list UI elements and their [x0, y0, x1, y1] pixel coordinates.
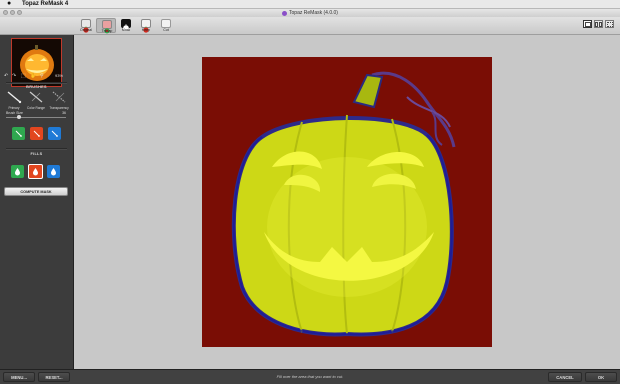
- status-message: Fill over the area that you want to cut.: [276, 374, 344, 379]
- apple-menu-icon[interactable]: ●: [7, 0, 11, 8]
- topaz-logo-icon: [282, 10, 288, 16]
- cut-fill-icon: [33, 168, 38, 176]
- quad-view-button[interactable]: [605, 20, 614, 28]
- compute-mask-button[interactable]: COMPUTE MASK: [4, 187, 68, 196]
- primary-brush-button[interactable]: Primary: [3, 90, 25, 110]
- close-window-button[interactable]: [3, 10, 8, 15]
- keep-fill-icon: [15, 168, 20, 176]
- menu-bar: ● Topaz ReMask 4: [0, 0, 620, 9]
- transparency-brush-button[interactable]: Transparency: [48, 90, 70, 110]
- cut-fill-button[interactable]: [28, 164, 43, 179]
- bottom-bar: MENU... RESET... Fill over the area that…: [0, 369, 620, 384]
- color-range-brush-button[interactable]: Color Range: [25, 90, 47, 110]
- reset-button[interactable]: RESET...: [38, 372, 70, 382]
- masked-pumpkin-image[interactable]: [202, 57, 492, 347]
- mask-icon: [121, 19, 131, 31]
- transparency-brush-label: Transparency: [49, 106, 69, 110]
- view-toolbar: Original Trimap Mask Keep Cut: [0, 17, 620, 35]
- fills-heading: FILLS: [30, 152, 43, 156]
- brush-size-row: Brush Size 36: [6, 111, 66, 115]
- app-name-menu[interactable]: Topaz ReMask 4: [22, 0, 68, 8]
- zoom-window-button[interactable]: [17, 10, 22, 15]
- window-titlebar: Topaz ReMask (4.0.0): [0, 9, 620, 17]
- selection-icon[interactable]: ⬚: [21, 73, 26, 79]
- tab-cut[interactable]: Cut: [156, 18, 176, 33]
- divider: [6, 148, 67, 150]
- tab-keep[interactable]: Keep: [136, 18, 156, 33]
- cancel-button[interactable]: CANCEL: [548, 372, 582, 382]
- color-range-brush-label: Color Range: [27, 106, 45, 110]
- minimize-window-button[interactable]: [10, 10, 15, 15]
- ok-button[interactable]: OK: [585, 372, 617, 382]
- pumpkin-trimap-image: [202, 57, 492, 347]
- primary-brush-icon: [7, 91, 22, 104]
- cut-brush-icon: [33, 130, 40, 137]
- compute-fill-icon: [51, 168, 56, 176]
- compute-brush-icon: [51, 130, 58, 137]
- brush-size-label: Brush Size: [6, 111, 23, 115]
- image-canvas[interactable]: [74, 35, 620, 369]
- transparency-brush-icon: [52, 91, 66, 103]
- sidebar-panel: ↶ ↷ ⬚ ✋ ⚲ 93% BRUSHES Primary Color Rang…: [0, 35, 74, 369]
- tab-mask-label: Mask: [121, 28, 131, 32]
- compute-fill-button[interactable]: [47, 165, 60, 178]
- cut-icon: [161, 19, 171, 28]
- color-range-brush-icon: [29, 91, 43, 103]
- keep-fill-button[interactable]: [11, 165, 24, 178]
- tab-trimap[interactable]: Trimap: [96, 18, 116, 34]
- split-view-button[interactable]: [594, 20, 603, 28]
- window-title: Topaz ReMask (4.0.0): [289, 10, 338, 16]
- compute-brush-button[interactable]: [48, 127, 61, 140]
- redo-icon[interactable]: ↷: [12, 73, 16, 79]
- zoom-level[interactable]: 93%: [55, 73, 63, 78]
- window-controls: [3, 10, 22, 15]
- zoom-icon[interactable]: ⚲: [40, 73, 44, 79]
- hand-icon[interactable]: ✋: [30, 73, 36, 79]
- single-view-button[interactable]: [583, 20, 592, 28]
- trimap-icon: [102, 20, 112, 34]
- tab-original-label: Original: [79, 28, 93, 32]
- undo-icon[interactable]: ↶: [4, 73, 8, 79]
- cut-brush-button[interactable]: [30, 127, 43, 140]
- tab-trimap-label: Trimap: [101, 29, 113, 33]
- brush-size-slider-handle[interactable]: [17, 115, 22, 119]
- view-layout-buttons: [583, 20, 614, 28]
- primary-brush-label: Primary: [8, 106, 20, 110]
- tab-keep-label: Keep: [141, 28, 151, 32]
- keep-brush-button[interactable]: [12, 127, 25, 140]
- tab-mask[interactable]: Mask: [116, 18, 136, 33]
- keep-icon: [141, 19, 151, 33]
- tab-original[interactable]: Original: [76, 18, 96, 33]
- tab-cut-label: Cut: [163, 28, 169, 32]
- brush-size-value[interactable]: 36: [62, 111, 66, 115]
- apple-icon: [81, 19, 91, 33]
- brush-size-slider[interactable]: [6, 115, 66, 119]
- navigator-tools: ↶ ↷ ⬚ ✋ ⚲ 93%: [0, 73, 73, 81]
- divider: [6, 82, 67, 84]
- menu-button[interactable]: MENU...: [3, 372, 35, 382]
- brushes-heading: BRUSHES: [26, 85, 47, 89]
- keep-brush-icon: [15, 130, 22, 137]
